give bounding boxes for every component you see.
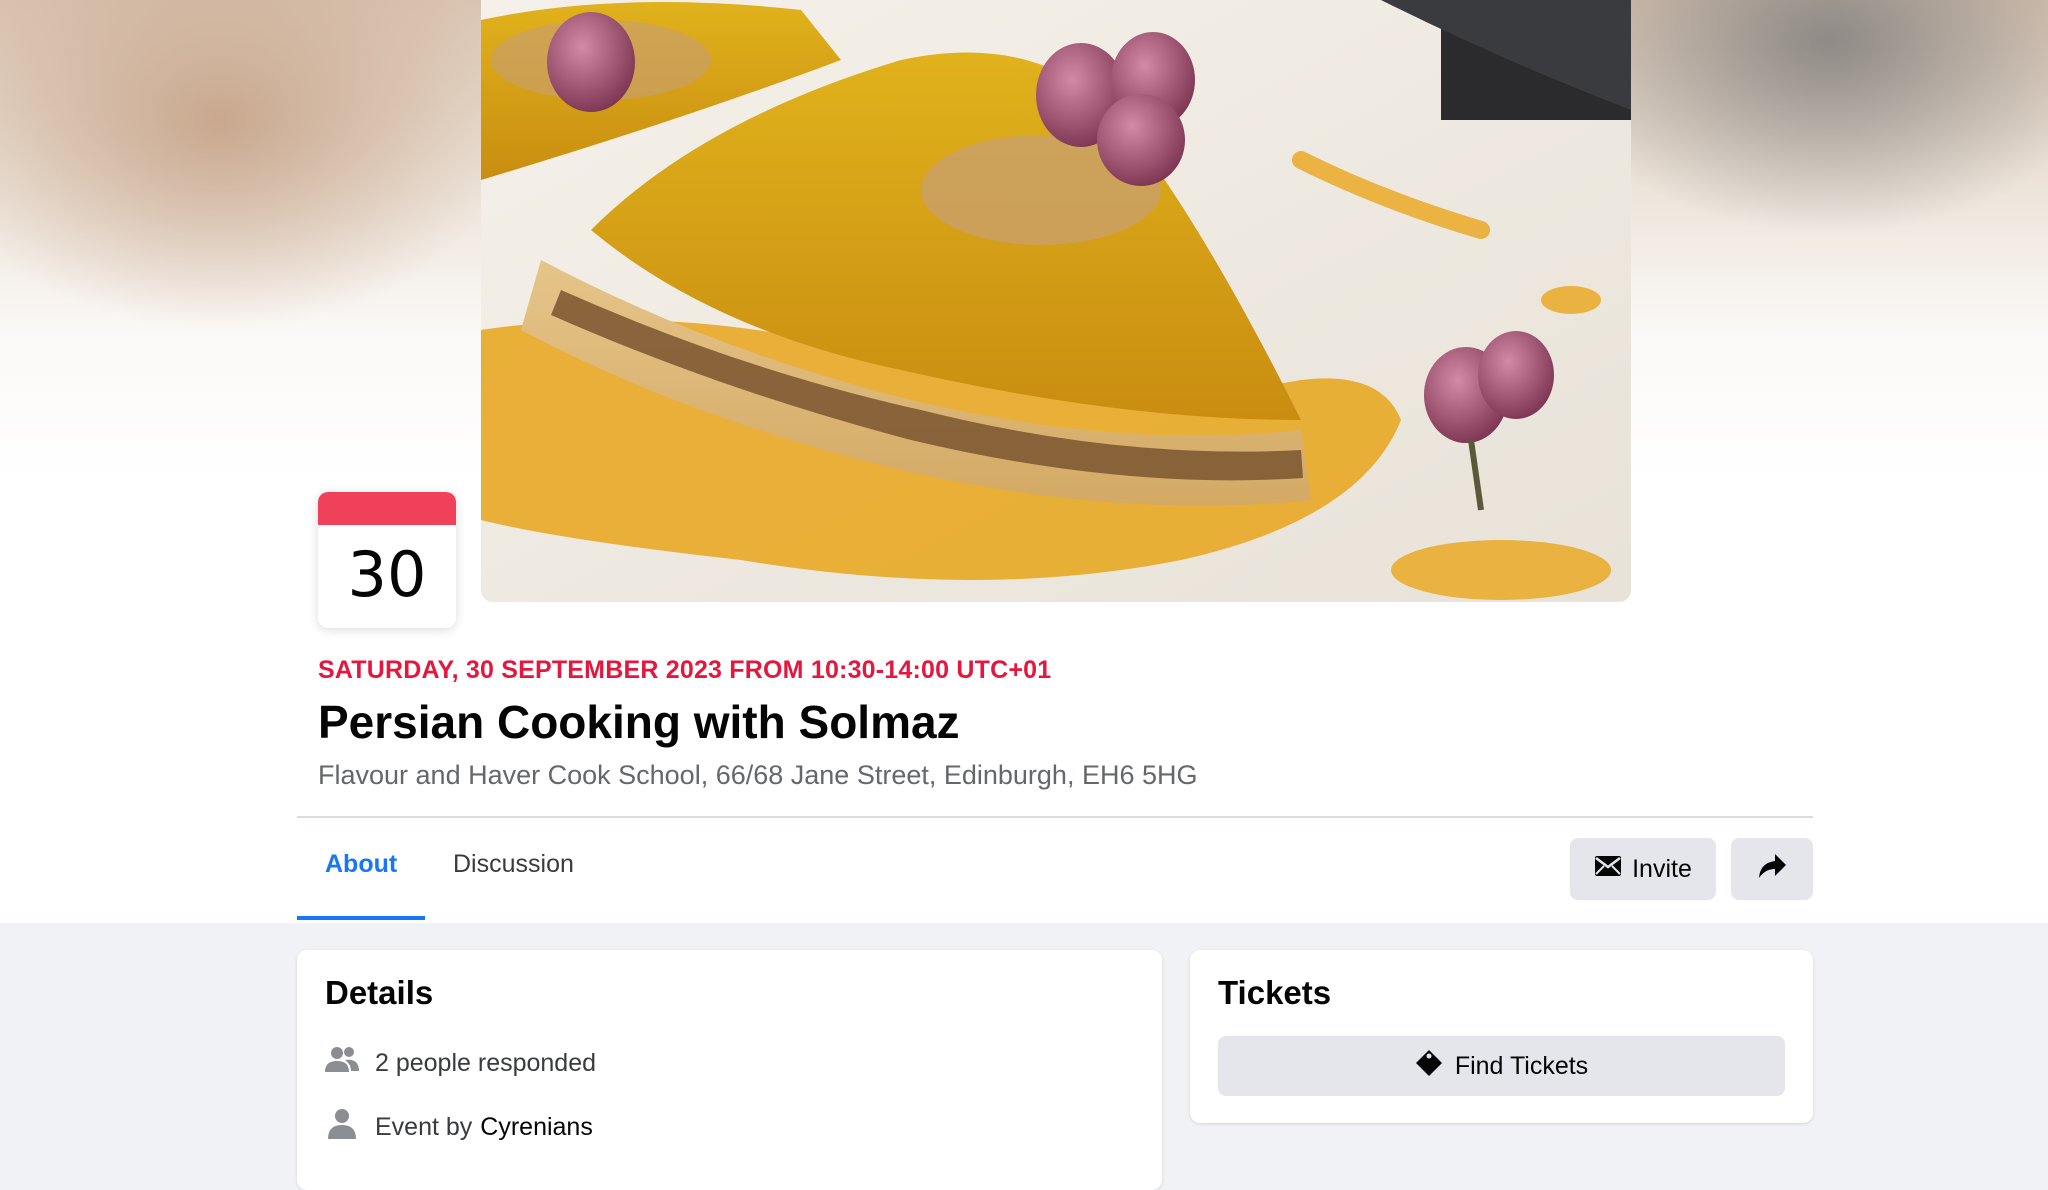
ticket-icon (1415, 1049, 1443, 1084)
event-title: Persian Cooking with Solmaz (318, 696, 960, 748)
event-header: 30 SATURDAY, 30 SEPTEMBER 2023 FROM 10:3… (0, 0, 2048, 923)
calendar-day-number: 30 (347, 538, 427, 611)
event-by-prefix: Event by (375, 1113, 473, 1141)
active-tab-indicator (297, 916, 425, 920)
calendar-date-badge: 30 (318, 492, 456, 628)
cover-photo[interactable] (481, 0, 1631, 602)
responded-row[interactable]: 2 people responded (325, 1046, 596, 1081)
header-divider (297, 816, 1813, 818)
person-icon (325, 1108, 359, 1147)
cover-photo-art (481, 0, 1631, 602)
envelope-icon (1594, 855, 1622, 884)
event-by-row: Event by Cyrenians (325, 1108, 593, 1147)
tab-about[interactable]: About (325, 850, 397, 879)
find-tickets-label: Find Tickets (1454, 1051, 1589, 1080)
event-location[interactable]: Flavour and Haver Cook School, 66/68 Jan… (318, 760, 1198, 791)
invite-label: Invite (1632, 854, 1692, 883)
host-link[interactable]: Cyrenians (480, 1113, 593, 1142)
tickets-heading: Tickets (1218, 974, 1332, 1011)
invite-button[interactable]: Invite (1570, 838, 1716, 900)
event-date-time: SATURDAY, 30 SEPTEMBER 2023 FROM 10:30-1… (318, 656, 1052, 684)
find-tickets-button[interactable]: Find Tickets (1218, 1036, 1785, 1096)
tab-discussion[interactable]: Discussion (453, 850, 574, 879)
tickets-card: Tickets Find Tickets (1190, 950, 1813, 1123)
people-icon (325, 1046, 359, 1081)
responded-text: 2 people responded (375, 1049, 597, 1077)
calendar-strip (318, 492, 456, 525)
details-heading: Details (325, 974, 434, 1011)
share-arrow-icon (1757, 853, 1787, 886)
share-button[interactable] (1731, 838, 1813, 900)
